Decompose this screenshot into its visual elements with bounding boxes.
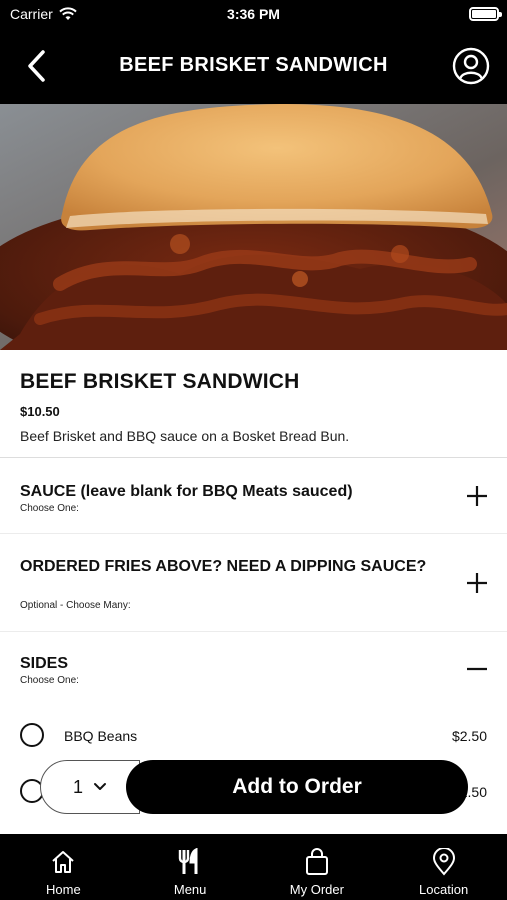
plus-icon[interactable] <box>465 571 489 595</box>
quantity-value: 1 <box>72 776 83 797</box>
tab-home[interactable]: Home <box>0 834 127 900</box>
tab-menu[interactable]: Menu <box>127 834 254 900</box>
minus-icon[interactable] <box>465 657 489 681</box>
location-pin-icon <box>432 848 455 876</box>
section-title: ORDERED FRIES ABOVE? NEED A DIPPING SAUC… <box>20 558 427 575</box>
chevron-left-icon <box>28 50 45 82</box>
status-bar: Carrier 3:36 PM <box>0 0 507 30</box>
chevron-down-icon <box>94 783 106 790</box>
section-dipping-sauce[interactable]: ORDERED FRIES ABOVE? NEED A DIPPING SAUC… <box>0 534 507 632</box>
tab-location[interactable]: Location <box>380 834 507 900</box>
item-price: $10.50 <box>20 404 60 419</box>
section-subtitle: Choose One: <box>20 675 79 686</box>
option-price: $2.50 <box>451 728 487 744</box>
section-sauce[interactable]: SAUCE (leave blank for BBQ Meats sauced)… <box>0 459 507 534</box>
section-subtitle: Optional - Choose Many: <box>20 600 131 611</box>
tab-label: My Order <box>289 882 344 897</box>
battery-icon <box>469 7 502 21</box>
section-sides[interactable]: SIDES Choose One: <box>0 632 507 702</box>
item-name: BEEF BRISKET SANDWICH <box>20 370 300 393</box>
order-bar: 1 Add to Order <box>40 760 468 814</box>
top-bar: Carrier 3:36 PM BEEF BRISKET SANDWICH <box>0 0 507 104</box>
tab-label: Home <box>46 882 81 897</box>
radio-button[interactable] <box>20 723 44 747</box>
section-title: SAUCE (leave blank for BBQ Meats sauced) <box>20 483 353 500</box>
home-icon <box>52 851 75 873</box>
status-time: 3:36 PM <box>227 6 280 22</box>
tab-label: Menu <box>173 882 207 897</box>
add-to-order-button[interactable]: Add to Order <box>126 760 468 814</box>
section-subtitle: Choose One: <box>20 503 79 514</box>
navigation-header: BEEF BRISKET SANDWICH <box>0 34 507 98</box>
page-title: BEEF BRISKET SANDWICH <box>119 54 388 76</box>
back-button[interactable] <box>16 44 56 88</box>
shopping-bag-icon <box>305 848 328 875</box>
user-icon <box>452 47 490 85</box>
tab-label: Location <box>419 882 469 897</box>
tab-my-order[interactable]: My Order <box>254 834 381 900</box>
product-image <box>0 104 507 350</box>
quantity-selector[interactable]: 1 <box>40 760 140 814</box>
option-row[interactable]: BBQ Beans $2.50 <box>0 716 507 756</box>
item-description: Beef Brisket and BBQ sauce on a Bosket B… <box>20 428 350 444</box>
plus-icon[interactable] <box>465 484 489 508</box>
section-title: SIDES <box>20 655 69 672</box>
profile-button[interactable] <box>451 46 491 86</box>
option-label: BBQ Beans <box>64 728 138 744</box>
tab-bar: Home Menu My Order Location <box>0 834 507 900</box>
fork-knife-icon <box>178 848 198 874</box>
item-info: BEEF BRISKET SANDWICH $10.50 Beef Briske… <box>0 350 507 458</box>
